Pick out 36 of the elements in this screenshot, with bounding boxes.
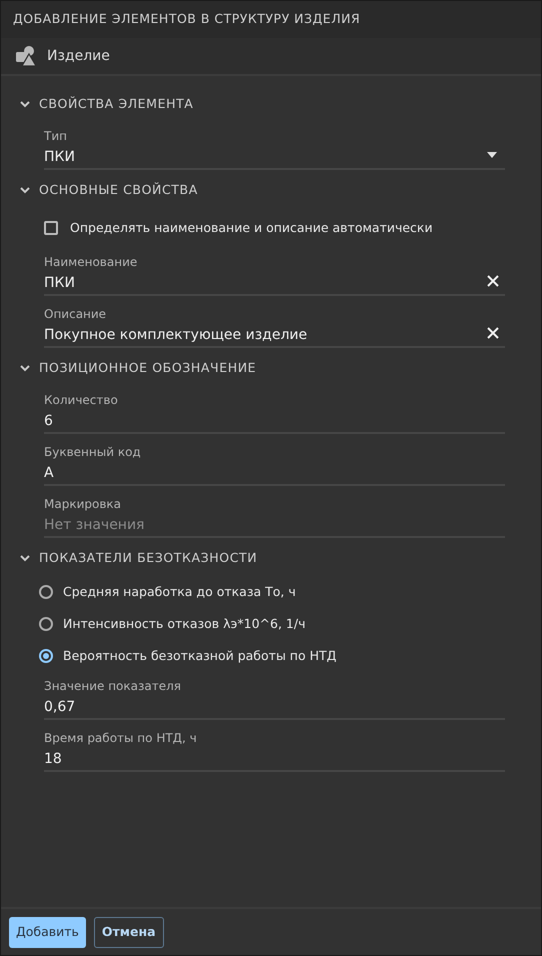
shapes-icon: [15, 45, 37, 67]
field-label: Время работы по НТД, ч: [44, 730, 198, 746]
input-field[interactable]: А: [44, 462, 505, 486]
close-icon[interactable]: [487, 327, 499, 339]
field-label: Значение показателя: [44, 678, 182, 694]
cancel-button[interactable]: Отмена: [94, 916, 164, 948]
input-field[interactable]: Покупное комплектующее изделие: [44, 324, 505, 348]
section-header[interactable]: ПОЗИЦИОННОЕ ОБОЗНАЧЕНИЕ: [1, 354, 541, 382]
radio-button[interactable]: [39, 617, 53, 631]
field-label: Буквенный код: [44, 444, 142, 460]
radio-label: Вероятность безотказной работы по НТД: [63, 646, 336, 665]
input-field[interactable]: 6: [44, 410, 505, 434]
field-label: Маркировка: [44, 496, 122, 512]
radio-label: Интенсивность отказов λэ*10^6, 1/ч: [63, 614, 306, 633]
input-field[interactable]: 0,67: [44, 696, 505, 720]
add-button[interactable]: Добавить: [9, 916, 86, 948]
section-header[interactable]: ОСНОВНЫЕ СВОЙСТВА: [1, 176, 541, 204]
header-label: Изделие: [47, 46, 110, 66]
input-field[interactable]: Нет значения: [44, 514, 505, 538]
window-title: ДОБАВЛЕНИЕ ЭЛЕМЕНТОВ В СТРУКТУРУ ИЗДЕЛИЯ: [13, 10, 360, 28]
field-label: Наименование: [44, 254, 138, 270]
checkbox[interactable]: [44, 221, 58, 235]
dropdown[interactable]: ПКИ: [44, 146, 505, 170]
field-label: Тип: [44, 128, 68, 144]
section-header[interactable]: СВОЙСТВА ЭЛЕМЕНТА: [1, 90, 541, 118]
radio-label: Средняя наработка до отказа То, ч: [63, 582, 296, 601]
dropdown-caret-icon: [487, 152, 497, 158]
close-icon[interactable]: [487, 275, 499, 287]
radio-button[interactable]: [39, 649, 53, 663]
input-field[interactable]: ПКИ: [44, 272, 505, 296]
field-label: Описание: [44, 306, 108, 322]
field-label: Количество: [44, 392, 119, 408]
radio-button[interactable]: [39, 585, 53, 599]
checkbox-label: Определять наименование и описание автоматически: [70, 218, 433, 237]
section-header[interactable]: ПОКАЗАТЕЛИ БЕЗОТКАЗНОСТИ: [1, 544, 541, 572]
input-field[interactable]: 18: [44, 748, 505, 772]
